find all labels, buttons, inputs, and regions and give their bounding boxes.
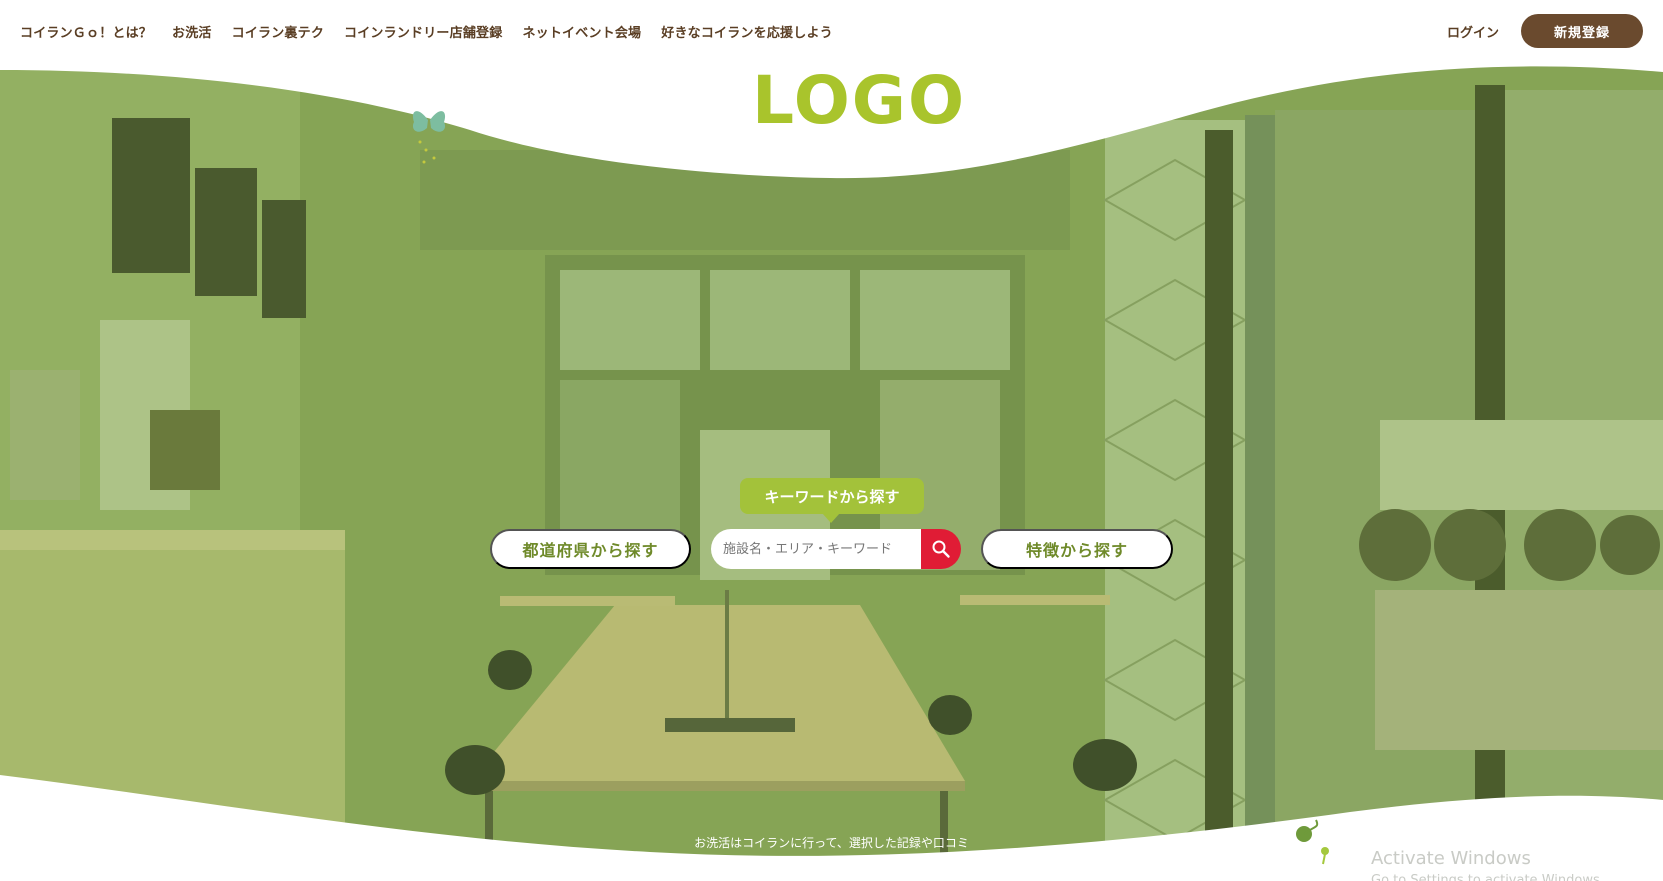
nav-item-net-event[interactable]: ネットイベント会場 xyxy=(522,22,641,41)
keyword-search-label: キーワードから探す xyxy=(740,478,924,523)
nav-item-osenkatsu[interactable]: お洗活 xyxy=(172,22,212,41)
site-logo[interactable]: LOGO xyxy=(752,62,964,140)
keyword-search-input[interactable] xyxy=(711,529,921,569)
prefecture-search-button[interactable]: 都道府県から探す xyxy=(490,529,691,569)
windows-activation-watermark: Activate Windows Go to Settings to activ… xyxy=(1371,848,1604,881)
nav-item-about[interactable]: コイランＧｏ！とは？ xyxy=(20,22,152,41)
main-nav: コイランＧｏ！とは？ お洗活 コイラン裏テク コインランドリー店舗登録 ネットイ… xyxy=(20,22,853,41)
activation-title: Activate Windows xyxy=(1371,848,1531,869)
search-icon xyxy=(932,540,950,558)
auth-area: ログイン 新規登録 xyxy=(1447,14,1643,48)
activation-subtitle: Go to Settings to activate Windows. xyxy=(1371,873,1604,881)
keyword-search-box xyxy=(711,529,961,569)
nav-item-store-register[interactable]: コインランドリー店舗登録 xyxy=(344,22,502,41)
butterfly-icon xyxy=(412,111,446,164)
top-navigation: コイランＧｏ！とは？ お洗活 コイラン裏テク コインランドリー店舗登録 ネットイ… xyxy=(0,0,1663,62)
nav-item-tips[interactable]: コイラン裏テク xyxy=(232,22,324,41)
signup-button[interactable]: 新規登録 xyxy=(1521,14,1643,48)
feature-search-button[interactable]: 特徴から探す xyxy=(981,529,1173,569)
login-link[interactable]: ログイン xyxy=(1447,22,1499,41)
search-submit-button[interactable] xyxy=(921,529,961,569)
nav-item-support[interactable]: 好きなコイランを応援しよう xyxy=(661,22,833,41)
